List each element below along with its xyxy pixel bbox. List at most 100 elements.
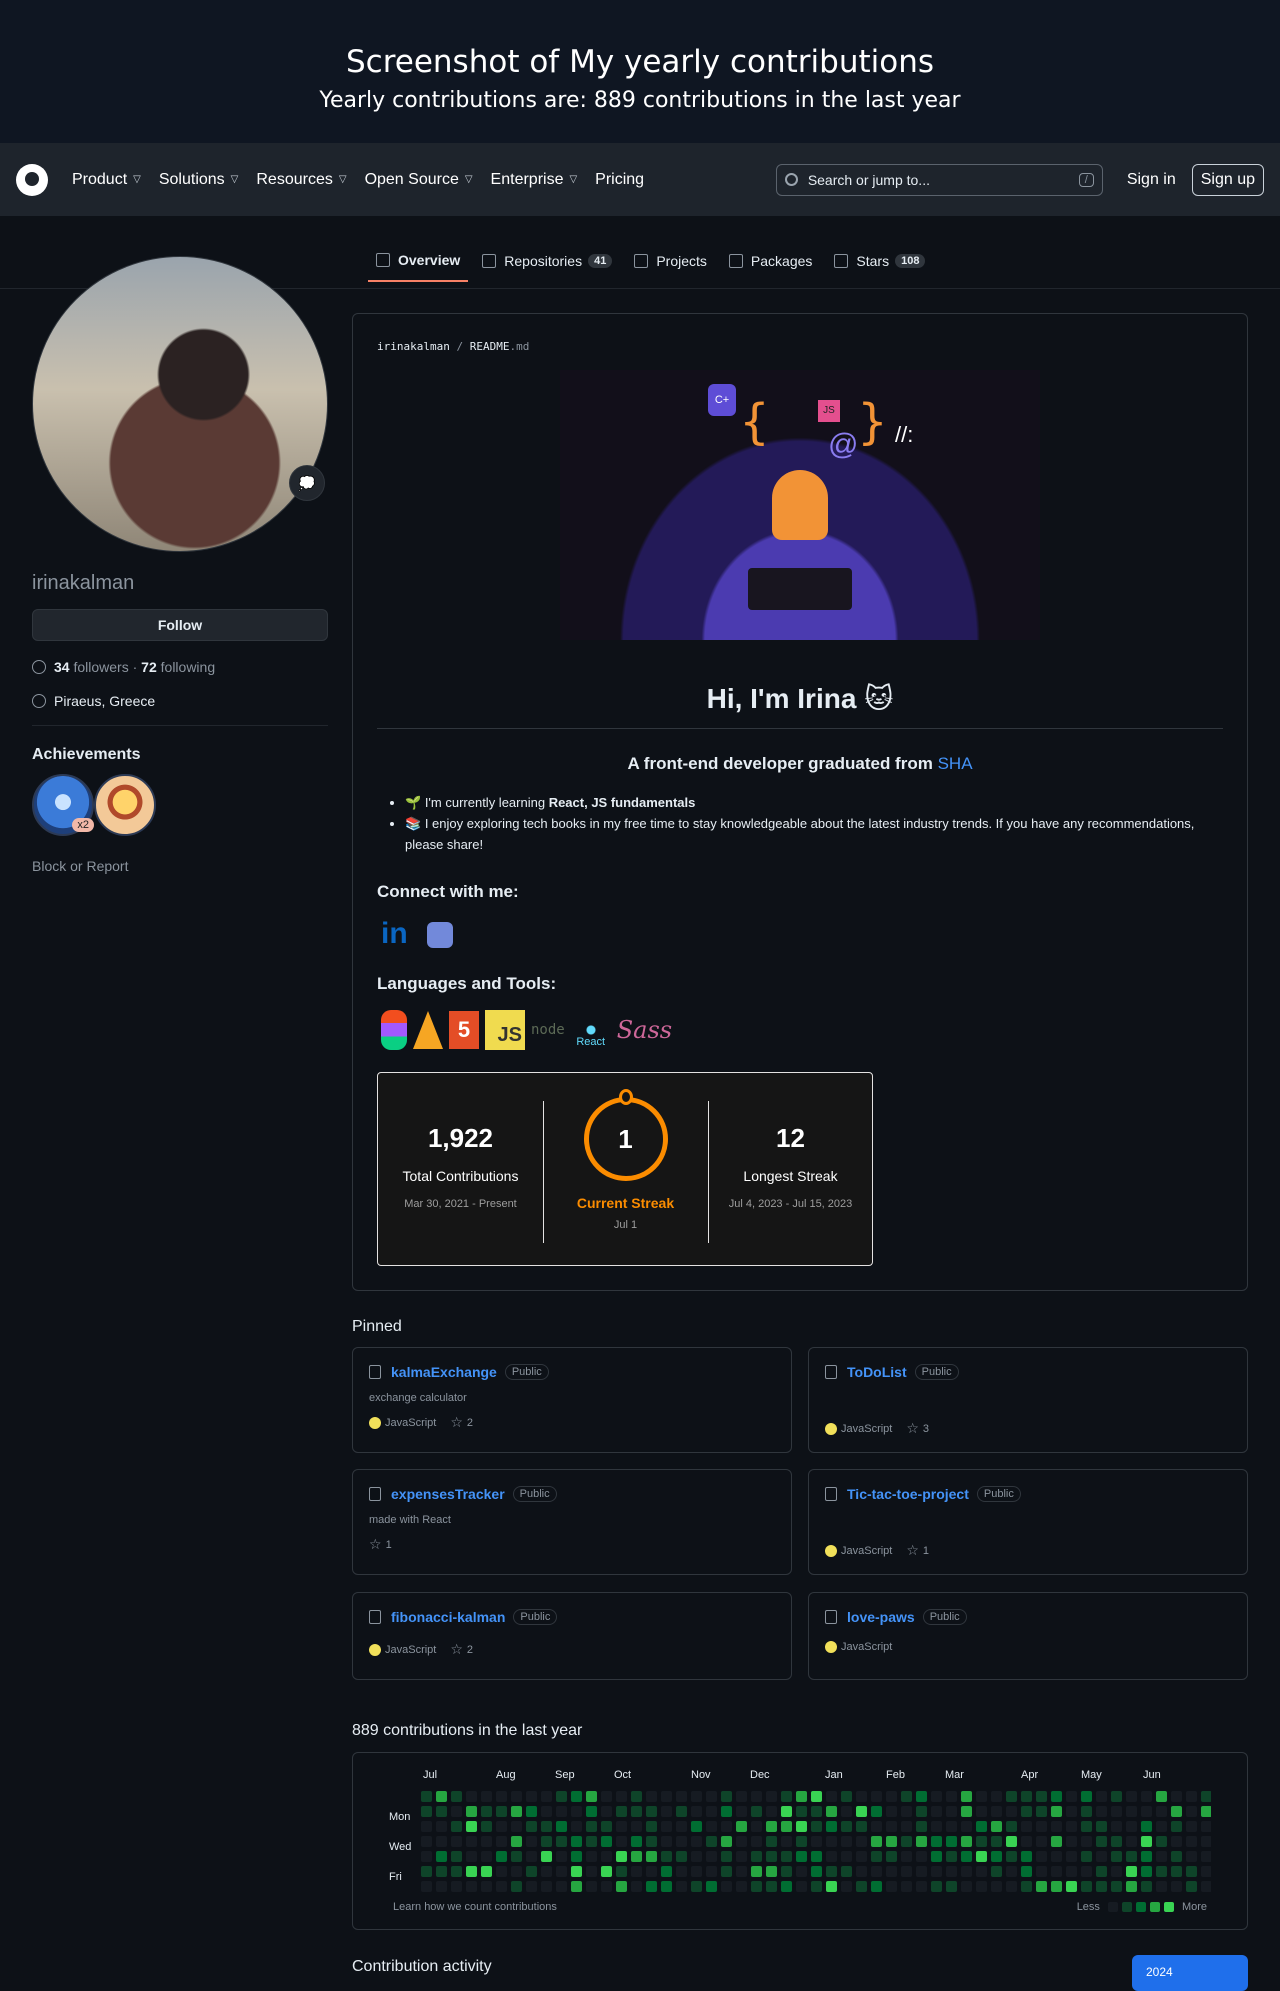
contribution-day-cell[interactable]	[676, 1806, 687, 1817]
contribution-day-cell[interactable]	[916, 1791, 927, 1802]
contribution-day-cell[interactable]	[1096, 1881, 1107, 1892]
repo-name-link[interactable]: expensesTracker	[391, 1486, 505, 1502]
contribution-day-cell[interactable]	[571, 1836, 582, 1847]
contribution-day-cell[interactable]	[1111, 1791, 1122, 1802]
contribution-day-cell[interactable]	[1201, 1806, 1211, 1817]
avatar[interactable]: 💭	[32, 256, 328, 552]
following-count[interactable]: 72	[141, 659, 157, 675]
contribution-day-cell[interactable]	[436, 1821, 447, 1832]
contribution-day-cell[interactable]	[721, 1851, 732, 1862]
contribution-day-cell[interactable]	[601, 1806, 612, 1817]
contribution-day-cell[interactable]	[511, 1821, 522, 1832]
contribution-day-cell[interactable]	[676, 1791, 687, 1802]
contribution-day-cell[interactable]	[1036, 1866, 1047, 1877]
contribution-day-cell[interactable]	[1186, 1806, 1197, 1817]
contribution-day-cell[interactable]	[436, 1866, 447, 1877]
contribution-day-cell[interactable]	[1171, 1836, 1182, 1847]
contribution-day-cell[interactable]	[826, 1806, 837, 1817]
contribution-day-cell[interactable]	[1186, 1881, 1197, 1892]
contribution-day-cell[interactable]	[976, 1821, 987, 1832]
contribution-day-cell[interactable]	[1111, 1821, 1122, 1832]
contribution-day-cell[interactable]	[1021, 1806, 1032, 1817]
contribution-day-cell[interactable]	[556, 1821, 567, 1832]
readme-owner[interactable]: irinakalman	[377, 340, 450, 353]
contribution-day-cell[interactable]	[871, 1806, 882, 1817]
contribution-day-cell[interactable]	[1006, 1851, 1017, 1862]
contribution-day-cell[interactable]	[526, 1821, 537, 1832]
contribution-day-cell[interactable]	[946, 1806, 957, 1817]
contribution-day-cell[interactable]	[766, 1836, 777, 1847]
contribution-day-cell[interactable]	[751, 1881, 762, 1892]
contribution-day-cell[interactable]	[661, 1791, 672, 1802]
contribution-day-cell[interactable]	[976, 1866, 987, 1877]
contribution-day-cell[interactable]	[781, 1836, 792, 1847]
contribution-day-cell[interactable]	[526, 1836, 537, 1847]
contribution-day-cell[interactable]	[616, 1836, 627, 1847]
contribution-day-cell[interactable]	[826, 1851, 837, 1862]
contribution-day-cell[interactable]	[1021, 1881, 1032, 1892]
star-icon[interactable]: ☆	[450, 1414, 463, 1431]
contribution-day-cell[interactable]	[751, 1836, 762, 1847]
contribution-day-cell[interactable]	[496, 1866, 507, 1877]
contribution-day-cell[interactable]	[766, 1881, 777, 1892]
nav-resources[interactable]: Resources ▽	[256, 171, 346, 189]
contribution-day-cell[interactable]	[661, 1806, 672, 1817]
contribution-day-cell[interactable]	[571, 1806, 582, 1817]
contribution-day-cell[interactable]	[586, 1791, 597, 1802]
contribution-day-cell[interactable]	[736, 1851, 747, 1862]
contribution-day-cell[interactable]	[526, 1851, 537, 1862]
nav-solutions[interactable]: Solutions ▽	[159, 171, 239, 189]
linkedin-icon[interactable]: in	[381, 918, 413, 950]
contribution-day-cell[interactable]	[781, 1821, 792, 1832]
contribution-day-cell[interactable]	[616, 1806, 627, 1817]
repo-stars[interactable]: 2	[467, 1417, 473, 1429]
contribution-day-cell[interactable]	[481, 1881, 492, 1892]
contribution-day-cell[interactable]	[661, 1881, 672, 1892]
contribution-day-cell[interactable]	[466, 1836, 477, 1847]
status-emoji-button[interactable]: 💭	[289, 465, 325, 501]
contribution-day-cell[interactable]	[826, 1881, 837, 1892]
contribution-day-cell[interactable]	[1201, 1791, 1211, 1802]
tab-stars[interactable]: Stars 108	[826, 252, 933, 282]
contribution-day-cell[interactable]	[601, 1821, 612, 1832]
contribution-day-cell[interactable]	[1111, 1851, 1122, 1862]
contribution-day-cell[interactable]	[451, 1821, 462, 1832]
contribution-day-cell[interactable]	[856, 1881, 867, 1892]
contribution-day-cell[interactable]	[1036, 1851, 1047, 1862]
contribution-day-cell[interactable]	[1171, 1881, 1182, 1892]
contribution-day-cell[interactable]	[1186, 1851, 1197, 1862]
contribution-day-cell[interactable]	[556, 1866, 567, 1877]
contribution-day-cell[interactable]	[1006, 1881, 1017, 1892]
contribution-day-cell[interactable]	[1201, 1851, 1211, 1862]
nav-product[interactable]: Product ▽	[72, 171, 141, 189]
contribution-day-cell[interactable]	[766, 1866, 777, 1877]
contribution-day-cell[interactable]	[1066, 1806, 1077, 1817]
nav-pricing[interactable]: Pricing	[595, 171, 644, 189]
contribution-day-cell[interactable]	[1006, 1866, 1017, 1877]
contribution-day-cell[interactable]	[856, 1836, 867, 1847]
sign-in-link[interactable]: Sign in	[1127, 171, 1176, 189]
contribution-day-cell[interactable]	[901, 1881, 912, 1892]
contribution-day-cell[interactable]	[511, 1881, 522, 1892]
contribution-day-cell[interactable]	[571, 1791, 582, 1802]
contribution-day-cell[interactable]	[1186, 1791, 1197, 1802]
contribution-day-cell[interactable]	[616, 1866, 627, 1877]
contribution-day-cell[interactable]	[1006, 1806, 1017, 1817]
contribution-day-cell[interactable]	[1186, 1821, 1197, 1832]
contribution-day-cell[interactable]	[976, 1806, 987, 1817]
contribution-day-cell[interactable]	[1201, 1881, 1211, 1892]
contribution-day-cell[interactable]	[766, 1791, 777, 1802]
contribution-day-cell[interactable]	[1126, 1851, 1137, 1862]
contribution-day-cell[interactable]	[871, 1791, 882, 1802]
contribution-day-cell[interactable]	[1051, 1821, 1062, 1832]
repo-name-link[interactable]: kalmaExchange	[391, 1364, 497, 1380]
contribution-day-cell[interactable]	[976, 1851, 987, 1862]
contribution-day-cell[interactable]	[1036, 1791, 1047, 1802]
contribution-day-cell[interactable]	[601, 1791, 612, 1802]
contribution-day-cell[interactable]	[916, 1851, 927, 1862]
contribution-day-cell[interactable]	[421, 1791, 432, 1802]
contribution-day-cell[interactable]	[676, 1821, 687, 1832]
contribution-day-cell[interactable]	[436, 1836, 447, 1847]
contribution-day-cell[interactable]	[466, 1866, 477, 1877]
contribution-day-cell[interactable]	[1051, 1836, 1062, 1847]
